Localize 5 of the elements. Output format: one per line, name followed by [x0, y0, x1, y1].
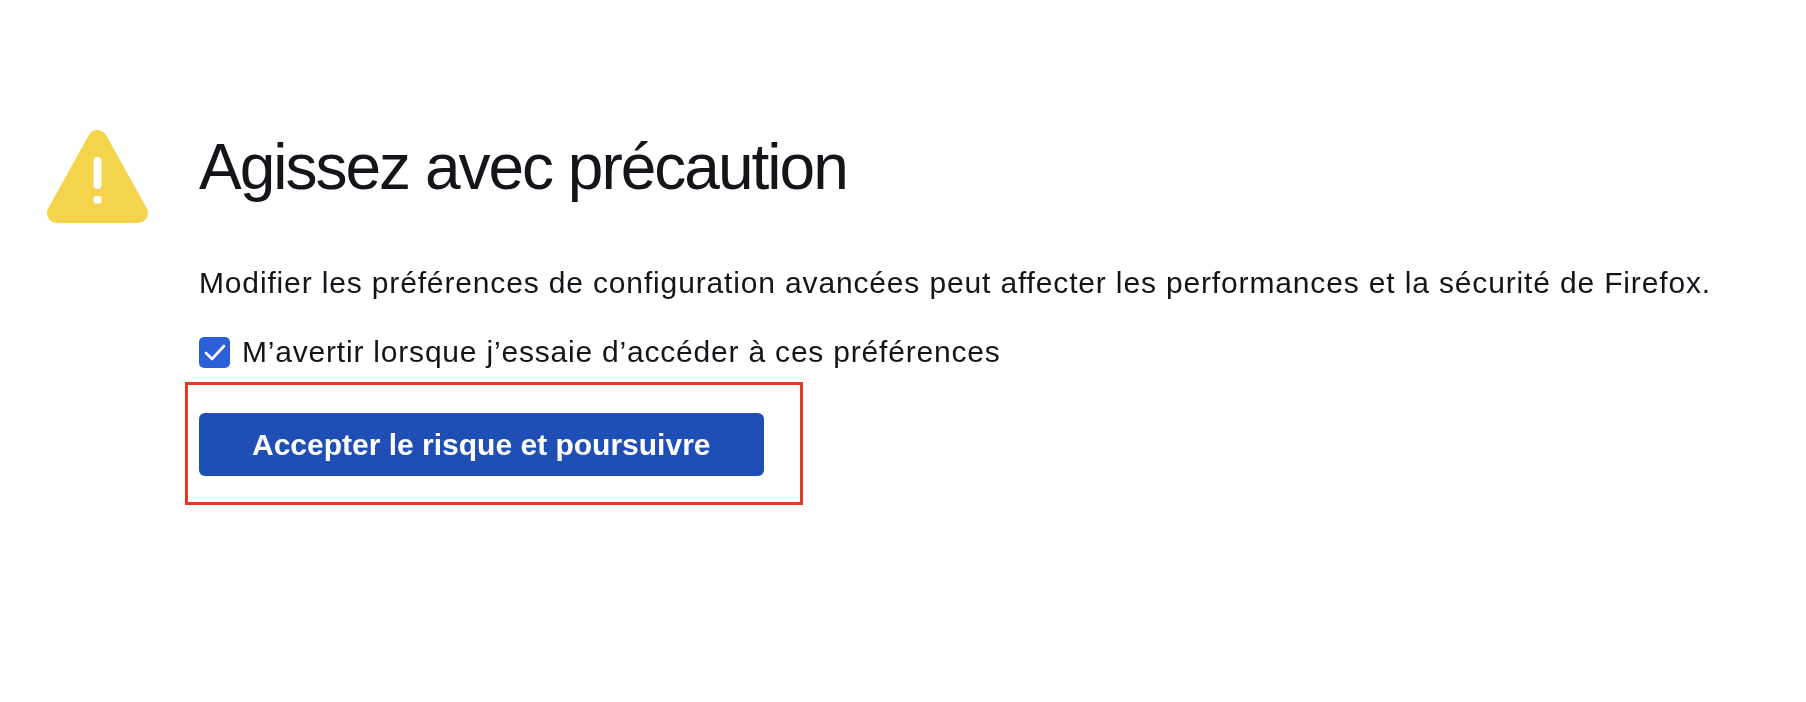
warning-message: Modifier les préférences de configuration avancées peut affecter les performances et la sécurité de Firefox. — [199, 265, 1711, 301]
accept-risk-button[interactable]: Accepter le risque et poursuivre — [199, 413, 764, 476]
checkbox[interactable] — [199, 336, 230, 368]
warning-icon — [47, 130, 148, 223]
checkbox-label[interactable]: M’avertir lorsque j’essaie d’accéder à ces préférences — [242, 334, 1001, 370]
